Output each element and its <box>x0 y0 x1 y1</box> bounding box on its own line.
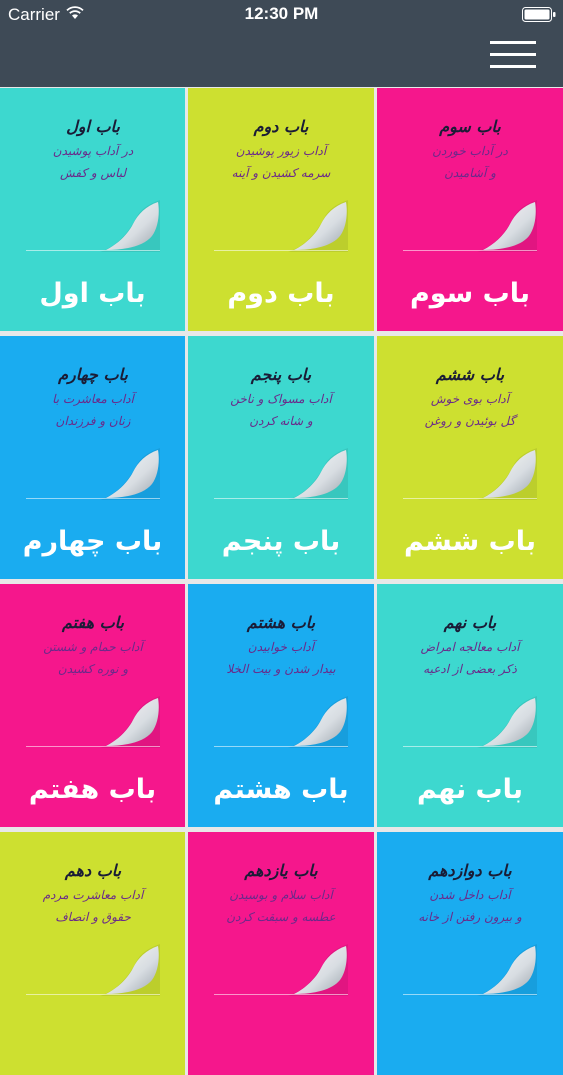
tile-divider <box>214 746 348 747</box>
chapter-tile-12[interactable]: باب دوازدهم آداب داخل شدن و بیرون رفتن ا… <box>377 832 563 1075</box>
tile-divider <box>403 498 537 499</box>
note-line: زنان و فرزندان <box>55 414 131 428</box>
note-heading: باب دهم <box>64 861 122 880</box>
note-line: آداب معاشرت با <box>52 392 134 406</box>
page-curl-icon <box>288 448 348 500</box>
note-heading: باب سوم <box>439 117 501 136</box>
chapter-tile-3[interactable]: باب سوم در آداب خوردن و آشامیدن باب سوم <box>377 88 563 331</box>
page-curl-icon <box>100 944 160 996</box>
page-curl-icon <box>288 696 348 748</box>
note-line: ذکر بعضی از ادعیه <box>423 662 517 676</box>
tile-divider <box>214 250 348 251</box>
app-header: Carrier 12:30 PM <box>0 0 563 87</box>
tile-divider <box>403 994 537 995</box>
chapter-tile-1[interactable]: باب اول در آداب پوشیدن لباس و کفش باب او… <box>0 88 185 331</box>
chapter-label: باب سوم <box>409 278 531 309</box>
note-line: آداب مسواک و ناخن <box>230 392 332 406</box>
chapter-label: باب هشتم <box>213 774 349 805</box>
hamburger-menu-icon[interactable] <box>490 38 536 72</box>
note-line: حقوق و انصاف <box>55 910 131 924</box>
chapter-tile-10[interactable]: باب دهم آداب معاشرت مردم حقوق و انصاف <box>0 832 185 1075</box>
note-line: سرمه کشیدن و آینه <box>231 166 331 180</box>
chapter-tile-4[interactable]: باب چهارم آداب معاشرت با زنان و فرزندان … <box>0 336 185 579</box>
menu-bar-line <box>490 53 536 56</box>
status-bar: Carrier 12:30 PM <box>0 0 563 30</box>
note-line: آداب خوابیدن <box>247 640 315 654</box>
note-line: آداب سلام و بوسیدن <box>229 888 333 902</box>
menu-bar-line <box>490 41 536 44</box>
note-line: آداب حمام و شستن <box>43 640 143 654</box>
tile-divider <box>26 250 160 251</box>
chapter-grid: باب اول در آداب پوشیدن لباس و کفش باب او… <box>0 88 563 1075</box>
page-curl-icon <box>288 200 348 252</box>
note-heading: باب دوم <box>253 117 309 136</box>
note-heading: باب هفتم <box>62 613 124 632</box>
note-heading: باب هشتم <box>246 613 316 632</box>
chapter-tile-11[interactable]: باب یازدهم آداب سلام و بوسیدن عطسه و سبق… <box>188 832 374 1075</box>
chapter-tile-2[interactable]: باب دوم آداب زیور پوشیدن سرمه کشیدن و آی… <box>188 88 374 331</box>
chapter-tile-8[interactable]: باب هشتم آداب خوابیدن بیدار شدن و بیت ال… <box>188 584 374 827</box>
note-line: آداب زیور پوشیدن <box>235 144 327 158</box>
note-heading: باب دوازدهم <box>428 861 512 880</box>
chapter-tile-6[interactable]: باب ششم آداب بوی خوش گل بوئیدن و روغن با… <box>377 336 563 579</box>
note-line: و بیرون رفتن از خانه <box>418 910 522 924</box>
menu-bar-line <box>490 65 536 68</box>
note-line: عطسه و سبقت کردن <box>226 910 336 924</box>
note-line: گل بوئیدن و روغن <box>424 414 516 428</box>
tile-divider <box>403 250 537 251</box>
tile-divider <box>26 994 160 995</box>
note-line: و نوره کشیدن <box>57 662 129 676</box>
chapter-label: باب ششم <box>403 526 536 557</box>
tile-divider <box>403 746 537 747</box>
page-curl-icon <box>477 200 537 252</box>
tile-divider <box>26 746 160 747</box>
note-heading: باب پنجم <box>250 365 312 384</box>
status-time: 12:30 PM <box>244 4 319 23</box>
note-heading: باب یازدهم <box>244 861 318 880</box>
battery-icon <box>522 7 556 22</box>
page-curl-icon <box>100 448 160 500</box>
chapter-label: باب اول <box>39 278 146 309</box>
note-heading: باب اول <box>66 117 120 136</box>
page-curl-icon <box>100 696 160 748</box>
note-heading: باب چهارم <box>58 365 128 384</box>
note-line: بیدار شدن و بیت الخلا <box>226 662 336 676</box>
chapter-tile-9[interactable]: باب نهم آداب معالجه امراض ذکر بعضی از اد… <box>377 584 563 827</box>
page-curl-icon <box>288 944 348 996</box>
note-heading: باب نهم <box>443 613 497 632</box>
note-line: آداب معالجه امراض <box>420 640 520 654</box>
page-curl-icon <box>477 696 537 748</box>
note-line: آداب بوی خوش <box>430 392 510 406</box>
note-line: و آشامیدن <box>444 166 496 180</box>
note-line: در آداب خوردن <box>432 144 508 158</box>
note-line: آداب معاشرت مردم <box>42 888 144 902</box>
tile-divider <box>214 498 348 499</box>
chapter-label: باب پنجم <box>221 526 341 557</box>
note-heading: باب ششم <box>435 365 505 384</box>
chapter-label: باب چهارم <box>22 526 163 557</box>
tile-divider <box>214 994 348 995</box>
tile-divider <box>26 498 160 499</box>
note-line: در آداب پوشیدن <box>52 144 134 158</box>
chapter-tile-5[interactable]: باب پنجم آداب مسواک و ناخن و شانه کردن ب… <box>188 336 374 579</box>
page-curl-icon <box>100 200 160 252</box>
page-curl-icon <box>477 944 537 996</box>
chapter-label: باب هفتم <box>28 774 157 805</box>
chapter-label: باب نهم <box>417 774 523 805</box>
page-curl-icon <box>477 448 537 500</box>
note-line: و شانه کردن <box>249 414 313 428</box>
chapter-tile-7[interactable]: باب هفتم آداب حمام و شستن و نوره کشیدن ب… <box>0 584 185 827</box>
note-line: لباس و کفش <box>59 166 127 180</box>
chapter-label: باب دوم <box>227 278 335 309</box>
note-line: آداب داخل شدن <box>429 888 511 902</box>
